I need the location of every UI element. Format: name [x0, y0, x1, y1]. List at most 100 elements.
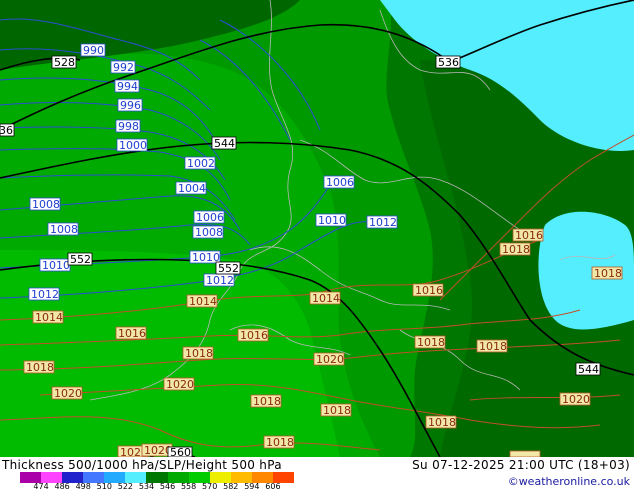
- svg-text:1012: 1012: [31, 288, 59, 301]
- svg-text:990: 990: [83, 44, 104, 57]
- svg-text:1016: 1016: [118, 327, 146, 340]
- isobar-label: 1020: [163, 377, 195, 391]
- isobar-label: 1008: [29, 197, 61, 211]
- svg-text:1004: 1004: [178, 182, 206, 195]
- isobar-label: 1020: [141, 443, 173, 457]
- svg-text:1018: 1018: [594, 267, 622, 280]
- isobar-label: 1018: [591, 266, 623, 280]
- isobar-label: 998: [115, 119, 141, 133]
- svg-text:552: 552: [218, 262, 239, 275]
- svg-text:1020: 1020: [562, 393, 590, 406]
- isobar-label: 1014: [186, 294, 218, 308]
- svg-text:1018: 1018: [323, 404, 351, 417]
- svg-text:1016: 1016: [415, 284, 443, 297]
- svg-text:1008: 1008: [195, 226, 223, 239]
- svg-text:1018: 1018: [266, 436, 294, 449]
- height-label: 544: [211, 136, 237, 150]
- svg-text:1018: 1018: [479, 340, 507, 353]
- svg-text:1016: 1016: [240, 329, 268, 342]
- isobar-label: 1008: [47, 222, 79, 236]
- isobar-label: 1018: [476, 339, 508, 353]
- svg-text:1020: 1020: [166, 378, 194, 391]
- svg-text:544: 544: [214, 137, 235, 150]
- isobar-label: 1016: [412, 283, 444, 297]
- isobar-label: 1012: [28, 287, 60, 301]
- svg-text:1018: 1018: [502, 243, 530, 256]
- isobar-label: 1018: [182, 346, 214, 360]
- svg-text:1020: 1020: [54, 387, 82, 400]
- svg-text:1012: 1012: [206, 274, 234, 287]
- isobar-label: 1020: [51, 386, 83, 400]
- weather-map: 990 992 994 996 998 1000 1002 1004 1006 …: [0, 0, 634, 457]
- isobar-label: 1012: [366, 215, 398, 229]
- isobar-label: 1018: [499, 242, 531, 256]
- isobar-label: 1006: [193, 210, 225, 224]
- isobar-label: 1010: [39, 258, 71, 272]
- svg-text:1010: 1010: [42, 259, 70, 272]
- height-label: 544: [575, 362, 601, 376]
- svg-text:1006: 1006: [196, 211, 224, 224]
- svg-text:1018: 1018: [253, 395, 281, 408]
- isobar-label: 994: [114, 79, 140, 93]
- isobar-label: 1018: [23, 360, 55, 374]
- svg-text:1006: 1006: [326, 176, 354, 189]
- height-label: 552: [67, 252, 93, 266]
- isobar-label: 1016: [115, 326, 147, 340]
- svg-text:560: 560: [170, 446, 191, 457]
- svg-text:1016: 1016: [515, 229, 543, 242]
- svg-text:1012: 1012: [369, 216, 397, 229]
- isobar-label: 1006: [323, 175, 355, 189]
- svg-text:1018: 1018: [417, 336, 445, 349]
- isobar-label: 1016: [512, 228, 544, 242]
- isobar-label: 996: [117, 98, 143, 112]
- isobar-label: 1020: [313, 352, 345, 366]
- svg-text:1002: 1002: [187, 157, 215, 170]
- isobar-label: 1002: [184, 156, 216, 170]
- height-label: 552: [215, 261, 241, 275]
- map-footer: Thickness 500/1000 hPa/SLP/Height 500 hP…: [0, 457, 634, 491]
- valid-time: Su 07-12-2025 21:00 UTC (18+03): [412, 458, 630, 472]
- svg-text:1020: 1020: [316, 353, 344, 366]
- svg-text:536: 536: [438, 56, 459, 69]
- svg-text:544: 544: [578, 363, 599, 376]
- svg-text:1008: 1008: [32, 198, 60, 211]
- isobar-label: 1014: [32, 310, 64, 324]
- isobar-label: 990: [80, 43, 106, 57]
- map-title: Thickness 500/1000 hPa/SLP/Height 500 hP…: [2, 458, 282, 472]
- svg-text:1014: 1014: [189, 295, 217, 308]
- svg-text:1014: 1014: [312, 292, 340, 305]
- svg-text:996: 996: [120, 99, 141, 112]
- isobar-label: 1018: [425, 415, 457, 429]
- isobar-label: 1016: [237, 328, 269, 342]
- isobar-label: 1014: [309, 291, 341, 305]
- height-label: 560: [167, 446, 193, 457]
- credit-link[interactable]: ©weatheronline.co.uk: [508, 475, 630, 488]
- svg-text:994: 994: [117, 80, 138, 93]
- isobar-label: 1010: [189, 250, 221, 264]
- isobar-label: 1010: [315, 213, 347, 227]
- svg-text:536: 536: [0, 124, 13, 137]
- isobar-label: 1020: [559, 392, 591, 406]
- svg-text:1008: 1008: [50, 223, 78, 236]
- height-label: 536: [435, 55, 461, 69]
- svg-text:1014: 1014: [35, 311, 63, 324]
- svg-text:1010: 1010: [318, 214, 346, 227]
- isobar-label: 1012: [203, 273, 235, 287]
- height-label: 528: [51, 55, 77, 69]
- svg-text:528: 528: [54, 56, 75, 69]
- isobar-label: 1000: [116, 138, 148, 152]
- isobar-label: 1018: [320, 403, 352, 417]
- isobar-label: 1018: [263, 435, 295, 449]
- svg-text:992: 992: [113, 61, 134, 74]
- isobar-label: 992: [110, 60, 136, 74]
- svg-text:1018: 1018: [26, 361, 54, 374]
- svg-text:998: 998: [118, 120, 139, 133]
- isobar-label: 1004: [175, 181, 207, 195]
- svg-text:1018: 1018: [185, 347, 213, 360]
- isobar-label: 1018: [250, 394, 282, 408]
- svg-text:1000: 1000: [119, 139, 147, 152]
- svg-text:1018: 1018: [428, 416, 456, 429]
- height-label: 536: [0, 123, 15, 137]
- svg-text:552: 552: [70, 253, 91, 266]
- isobar-label: 1018: [414, 335, 446, 349]
